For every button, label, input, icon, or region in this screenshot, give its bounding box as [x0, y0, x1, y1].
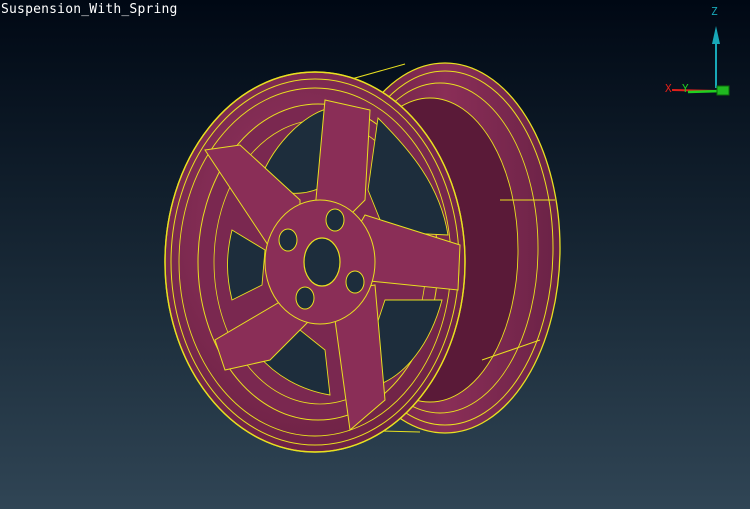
z-axis: Z	[711, 5, 720, 88]
x-axis-label: X	[665, 82, 672, 95]
graphics-viewport[interactable]	[0, 0, 750, 509]
y-axis-label: Y	[682, 82, 689, 95]
y-axis: Y	[682, 82, 730, 96]
axis-triad: Z X Y	[665, 5, 730, 96]
wheel-rim-model[interactable]	[164, 62, 561, 453]
z-axis-label: Z	[711, 5, 718, 18]
wheel-hub	[264, 199, 376, 325]
